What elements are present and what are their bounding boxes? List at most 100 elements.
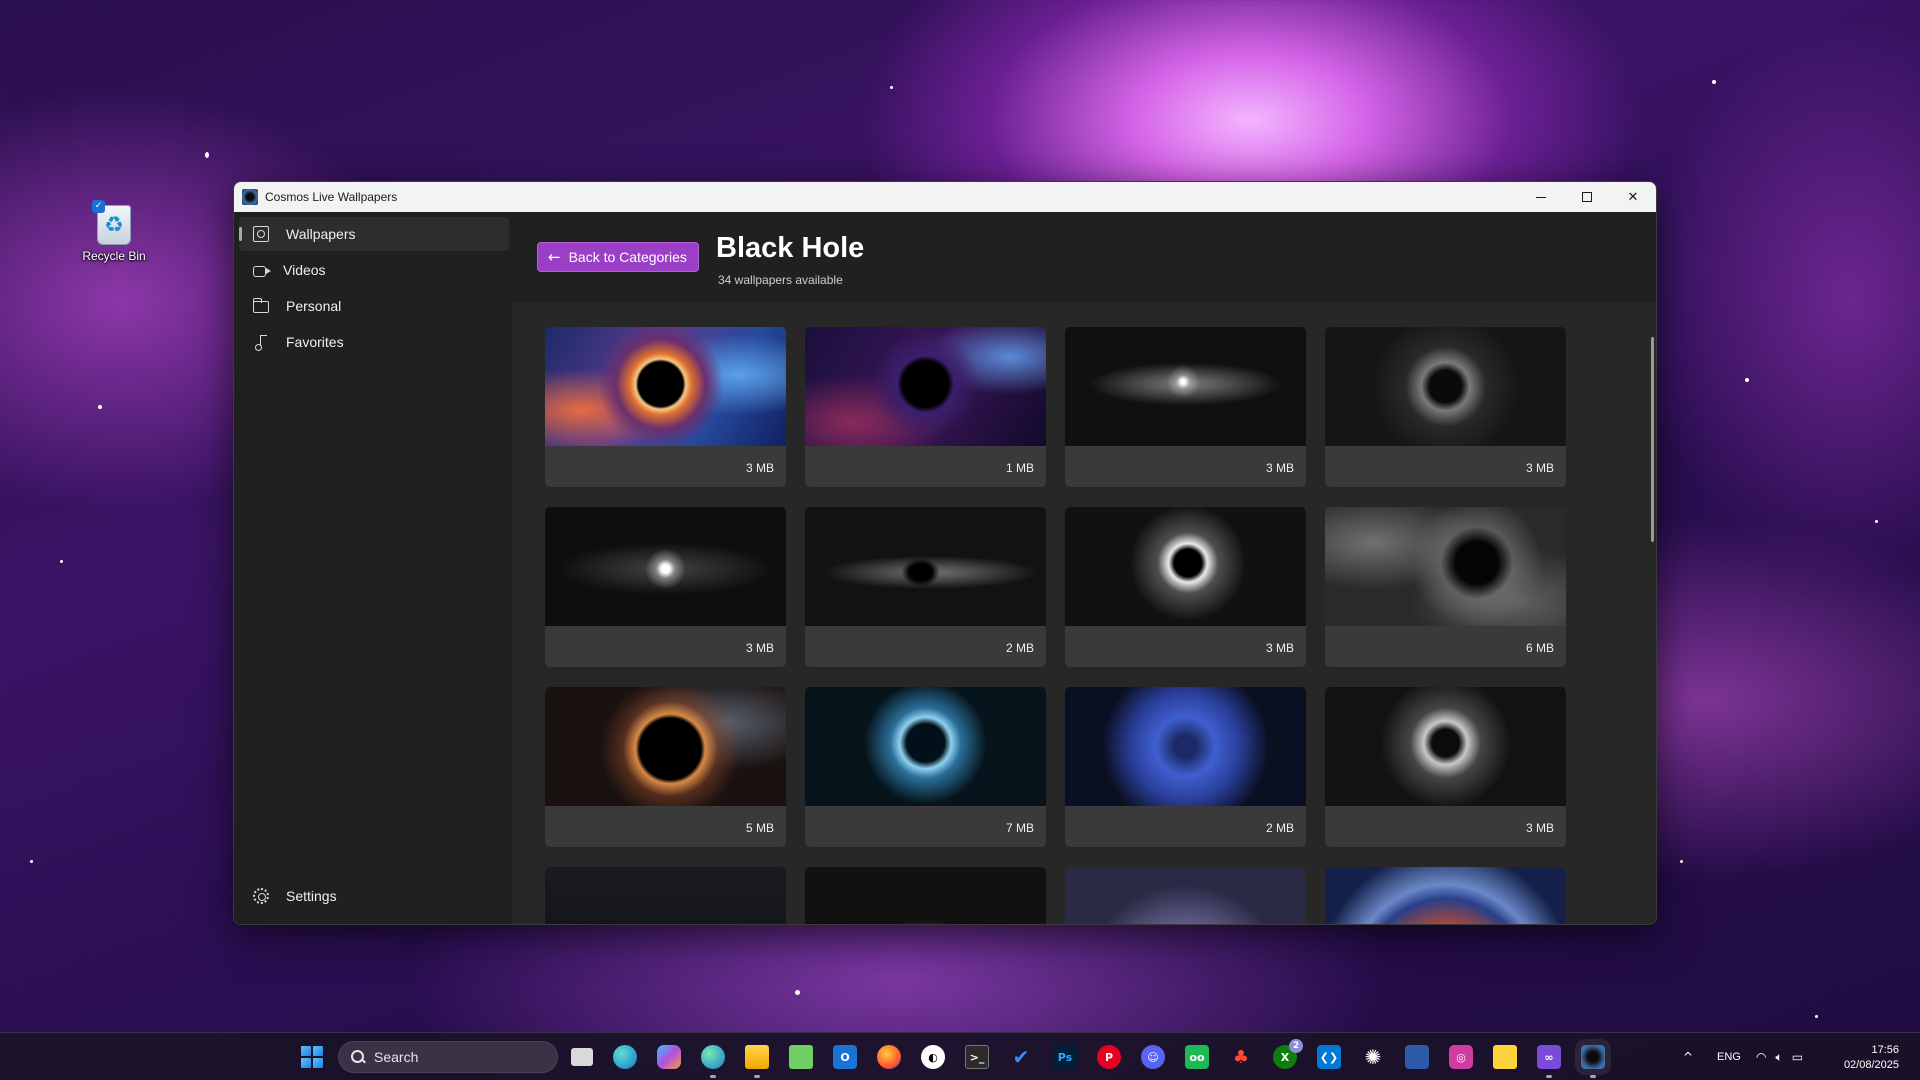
taskbar-clock[interactable]: 17:56 02/08/2025 bbox=[1844, 1043, 1899, 1073]
page-title: Black Hole bbox=[716, 232, 865, 264]
file-size: 6 MB bbox=[1525, 641, 1554, 655]
checkbox-icon: ✓ bbox=[92, 200, 105, 213]
language-indicator[interactable]: ENG bbox=[1717, 1033, 1741, 1080]
file-size: 5 MB bbox=[745, 821, 774, 835]
discord-icon[interactable]: ☺ bbox=[1141, 1045, 1165, 1069]
photoshop-icon[interactable]: Ps bbox=[1053, 1045, 1077, 1069]
sidebar-item-favorites[interactable]: Favorites bbox=[239, 325, 509, 359]
app-blue-icon[interactable] bbox=[1405, 1045, 1429, 1069]
arrow-left-icon: ← bbox=[548, 248, 561, 266]
wallpaper-thumbnail bbox=[1065, 867, 1306, 924]
edge-dev-icon[interactable] bbox=[701, 1045, 725, 1078]
outlook-icon[interactable]: O bbox=[833, 1045, 857, 1069]
wallpaper-card[interactable]: 7 MB bbox=[805, 687, 1046, 847]
wallpaper-card[interactable]: 5 MB bbox=[545, 687, 786, 847]
file-explorer-icon[interactable] bbox=[745, 1045, 769, 1078]
sidebar-item-label: Videos bbox=[283, 262, 326, 278]
close-button[interactable]: ✕ bbox=[1610, 182, 1656, 212]
clock-date: 02/08/2025 bbox=[1843, 1059, 1899, 1071]
notification-badge: 2 bbox=[1289, 1039, 1303, 1053]
vscode-icon[interactable]: ❮❯ bbox=[1317, 1045, 1341, 1069]
start-button[interactable] bbox=[301, 1046, 323, 1068]
app-green-icon[interactable]: oo bbox=[1185, 1045, 1209, 1069]
wallpaper-thumbnail bbox=[1325, 507, 1566, 626]
tray-overflow-button[interactable]: ^ bbox=[1683, 1033, 1693, 1080]
app-pink-icon[interactable]: ◎ bbox=[1449, 1045, 1473, 1069]
wallpaper-card[interactable]: 3 MB bbox=[545, 507, 786, 667]
minimize-icon bbox=[1536, 196, 1546, 198]
wallpaper-card[interactable]: 1 MB bbox=[805, 327, 1046, 487]
music-note-icon bbox=[253, 334, 269, 351]
wallpaper-card[interactable]: 3 MB bbox=[1325, 687, 1566, 847]
sidebar-item-personal[interactable]: Personal bbox=[239, 289, 509, 323]
wallpaper-thumbnail bbox=[805, 867, 1046, 924]
app-icon[interactable]: ◐ bbox=[921, 1045, 945, 1069]
wallpaper-thumbnail bbox=[1325, 327, 1566, 446]
app-red-icon[interactable]: ♣ bbox=[1229, 1045, 1253, 1069]
sidebar-item-videos[interactable]: Videos bbox=[239, 253, 509, 287]
taskbar: Search O ◐ >_ ✔ Ps P ☺ oo ♣ X 2 ❮❯ ✺ ◎ ∞… bbox=[0, 1032, 1920, 1080]
wallpaper-card[interactable] bbox=[805, 867, 1046, 924]
notepad-icon[interactable] bbox=[789, 1045, 813, 1069]
wallpaper-thumbnail bbox=[1325, 867, 1566, 924]
todo-icon[interactable]: ✔ bbox=[1009, 1045, 1033, 1069]
wifi-icon: ◠ bbox=[1756, 1050, 1767, 1064]
window-title: Cosmos Live Wallpapers bbox=[265, 190, 398, 204]
wallpaper-thumbnail bbox=[545, 507, 786, 626]
file-size: 2 MB bbox=[1265, 821, 1294, 835]
visual-studio-icon[interactable]: ∞ bbox=[1537, 1045, 1561, 1078]
system-status-tray[interactable]: ◠ 🔈︎ ▭ bbox=[1756, 1033, 1803, 1080]
wallpaper-card[interactable]: 2 MB bbox=[1065, 687, 1306, 847]
file-size: 7 MB bbox=[1005, 821, 1034, 835]
copilot-icon[interactable] bbox=[657, 1045, 681, 1069]
back-to-categories-button[interactable]: ← Back to Categories bbox=[537, 242, 699, 272]
desktop-icon-recycle-bin[interactable]: ♻ ✓ Recycle Bin bbox=[78, 200, 150, 263]
maximize-button[interactable] bbox=[1564, 182, 1610, 212]
edge-icon[interactable] bbox=[613, 1045, 637, 1069]
task-view-icon[interactable] bbox=[571, 1048, 593, 1066]
wallpaper-card[interactable] bbox=[1065, 867, 1306, 924]
search-icon bbox=[351, 1050, 365, 1064]
wallpaper-thumbnail bbox=[545, 327, 786, 446]
wallpaper-thumbnail bbox=[545, 867, 786, 924]
back-button-label: Back to Categories bbox=[568, 249, 687, 265]
sidebar-item-wallpapers[interactable]: Wallpapers bbox=[239, 217, 509, 251]
file-size: 3 MB bbox=[1525, 461, 1554, 475]
chevron-up-icon: ^ bbox=[1683, 1050, 1694, 1064]
sidebar-item-settings[interactable]: Settings bbox=[239, 879, 509, 913]
wallpaper-card[interactable]: 3 MB bbox=[1065, 507, 1306, 667]
main-content: ← Back to Categories Black Hole 34 wallp… bbox=[512, 212, 1656, 924]
pinterest-icon[interactable]: P bbox=[1097, 1045, 1121, 1069]
cosmos-wallpapers-icon[interactable] bbox=[1575, 1039, 1611, 1078]
wallpaper-card[interactable] bbox=[545, 867, 786, 924]
taskbar-search[interactable]: Search bbox=[338, 1041, 558, 1073]
wallpaper-thumbnail bbox=[1065, 327, 1306, 446]
terminal-icon[interactable]: >_ bbox=[965, 1045, 989, 1069]
minimize-button[interactable] bbox=[1518, 182, 1564, 212]
vertical-scrollbar[interactable] bbox=[1651, 337, 1654, 542]
firefox-icon[interactable] bbox=[877, 1045, 901, 1069]
wallpaper-card[interactable]: 2 MB bbox=[805, 507, 1046, 667]
sidebar-item-label: Settings bbox=[286, 888, 337, 904]
chatgpt-icon[interactable]: ✺ bbox=[1361, 1045, 1385, 1069]
sidebar: Wallpapers Videos Personal Favorites Set… bbox=[234, 212, 512, 924]
file-size: 3 MB bbox=[1265, 461, 1294, 475]
wallpaper-card[interactable]: 3 MB bbox=[1325, 327, 1566, 487]
wallpaper-card[interactable]: 3 MB bbox=[1065, 327, 1306, 487]
desktop-icon-label: Recycle Bin bbox=[82, 249, 146, 263]
wallpaper-thumbnail bbox=[545, 687, 786, 806]
title-bar[interactable]: Cosmos Live Wallpapers ✕ bbox=[234, 182, 1656, 212]
video-icon bbox=[253, 265, 271, 277]
wallpaper-card[interactable]: 3 MB bbox=[545, 327, 786, 487]
clock-time: 17:56 bbox=[1871, 1044, 1899, 1056]
wallpaper-card[interactable] bbox=[1325, 867, 1566, 924]
wallpaper-grid[interactable]: 3 MB 1 MB 3 MB 3 MB 3 MB 2 MB 3 MB 6 MB … bbox=[512, 302, 1656, 924]
folder-icon bbox=[252, 298, 269, 313]
file-size: 2 MB bbox=[1005, 641, 1034, 655]
sticky-notes-icon[interactable] bbox=[1493, 1045, 1517, 1069]
gear-icon bbox=[253, 888, 269, 904]
app-window: Cosmos Live Wallpapers ✕ Wallpapers Vide… bbox=[233, 181, 1657, 925]
wallpaper-card[interactable]: 6 MB bbox=[1325, 507, 1566, 667]
wallpaper-count: 34 wallpapers available bbox=[718, 273, 843, 287]
xbox-icon[interactable]: X 2 bbox=[1273, 1039, 1303, 1069]
